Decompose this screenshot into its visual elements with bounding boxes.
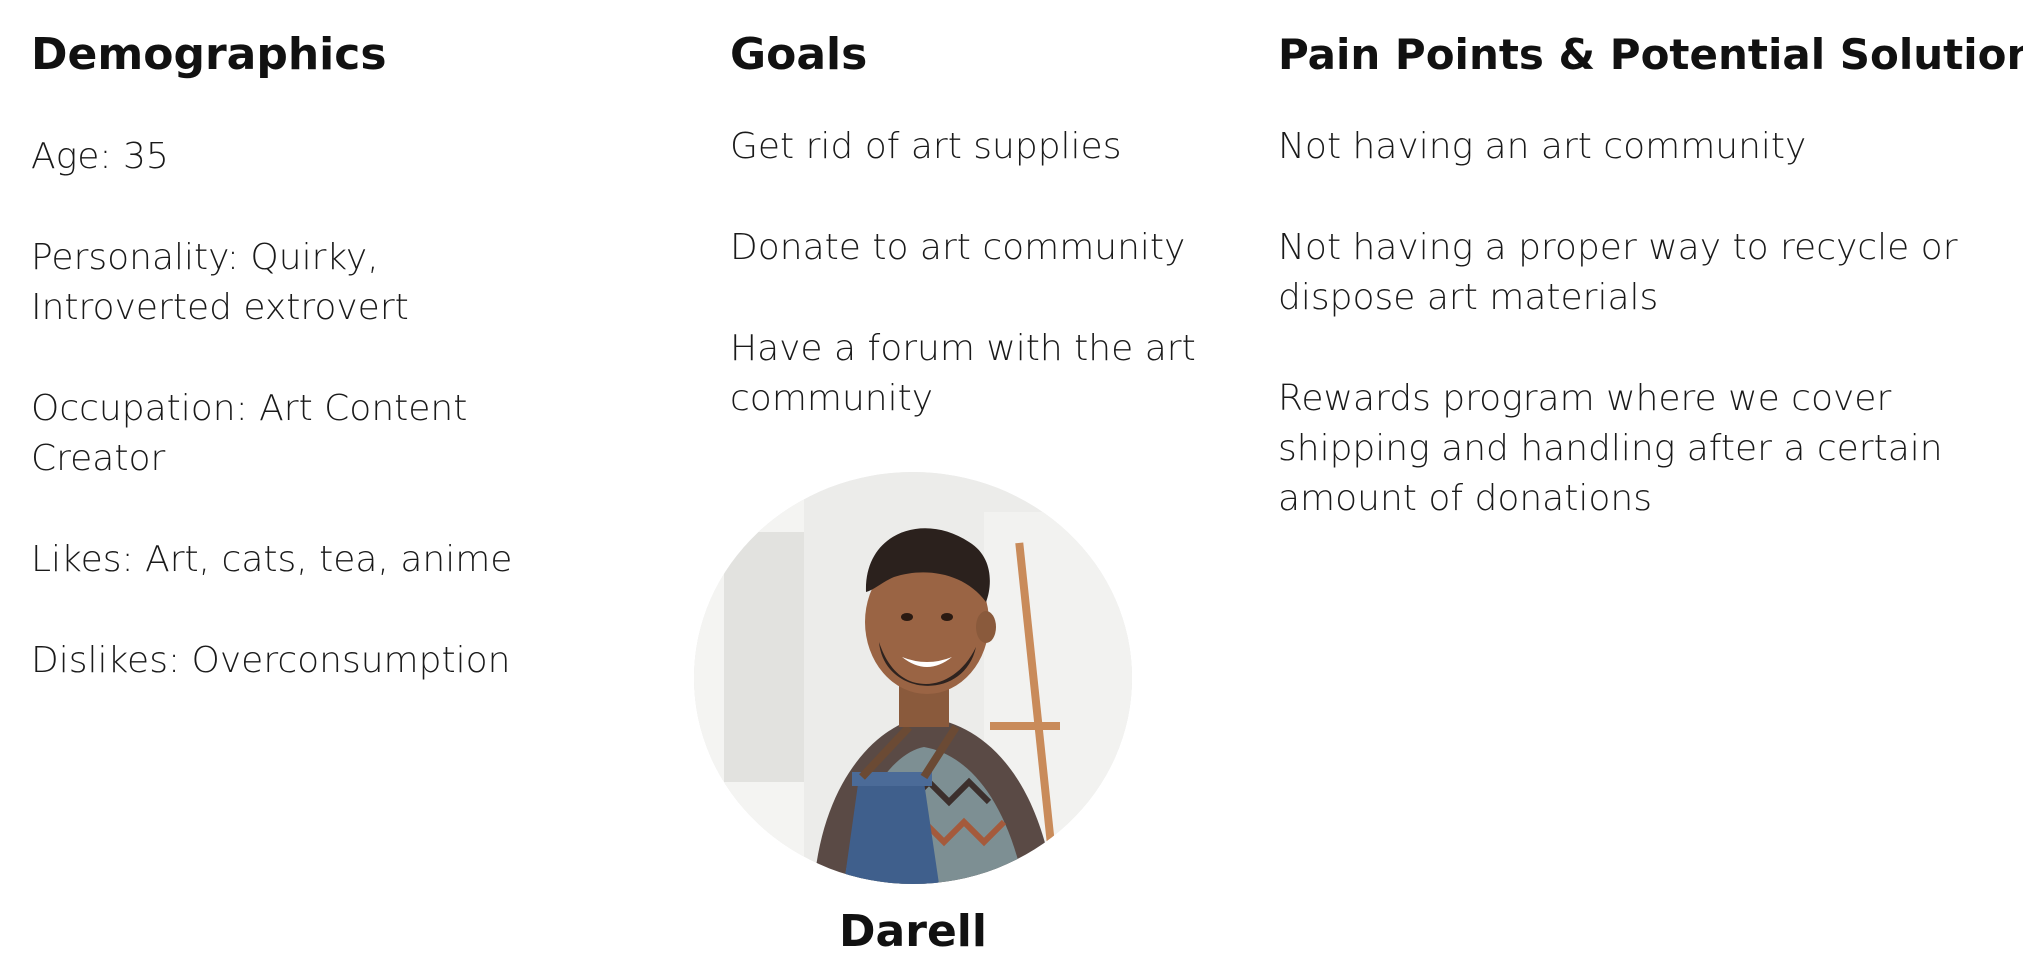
- demographics-heading: Demographics: [31, 29, 387, 80]
- persona-portrait-icon: [694, 472, 1132, 884]
- demographics-dislikes: Dislikes: Overconsumption: [31, 640, 511, 681]
- goal-item: Have a forum with the art community: [730, 328, 1196, 419]
- persona-name: Darell: [839, 906, 987, 957]
- demographics-list: Age: 35 Personality: Quirky, Introverted…: [31, 132, 631, 737]
- pain-point-item: Not having an art community: [1278, 126, 1807, 167]
- goals-list: Get rid of art supplies Donate to art co…: [730, 122, 1250, 475]
- demographics-age: Age: 35: [31, 136, 169, 177]
- pain-points-list: Not having an art community Not having a…: [1278, 122, 1998, 575]
- goal-item: Donate to art community: [730, 227, 1186, 268]
- goals-heading: Goals: [730, 29, 868, 80]
- demographics-likes: Likes: Art, cats, tea, anime: [31, 539, 513, 580]
- demographics-personality: Personality: Quirky, Introverted extrove…: [31, 237, 409, 328]
- goal-item: Get rid of art supplies: [730, 126, 1122, 167]
- persona-avatar: [694, 472, 1132, 884]
- pain-point-item: Not having a proper way to recycle or di…: [1278, 227, 1958, 318]
- pain-point-item: Rewards program where we cover shipping …: [1278, 378, 1943, 519]
- pain-points-heading: Pain Points & Potential Solutions: [1278, 30, 2023, 79]
- demographics-occupation: Occupation: Art Content Creator: [31, 388, 468, 479]
